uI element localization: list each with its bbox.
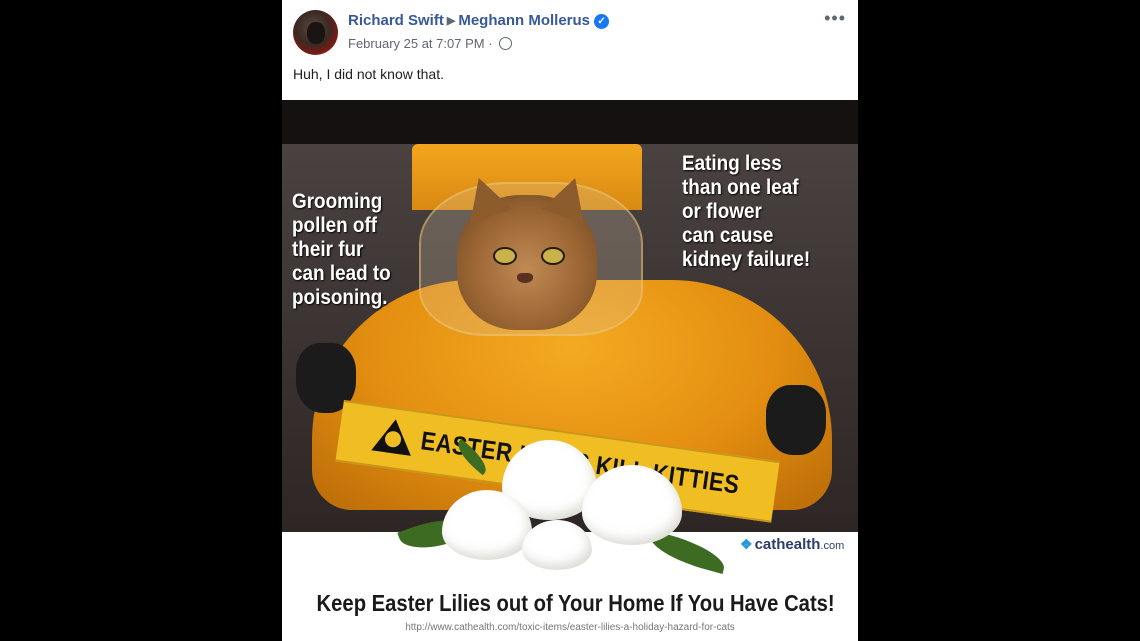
- post-header: Richard Swift ▶ Meghann Mollerus ✓ February…: [282, 0, 858, 100]
- post-meta: February 25 at 7:07 PM ·: [348, 36, 513, 51]
- brand-suffix: .com: [820, 540, 845, 552]
- target-name-link[interactable]: Meghann Mollerus: [458, 12, 590, 29]
- facebook-post-card: Richard Swift ▶ Meghann Mollerus ✓ February…: [282, 0, 858, 641]
- cathealth-logo: ❖ cathealth.com: [740, 536, 844, 553]
- biohazard-icon: [371, 416, 416, 456]
- more-options-button[interactable]: •••: [824, 8, 846, 29]
- meta-separator: ·: [488, 36, 493, 51]
- left-caption: Grooming pollen off their fur can lead t…: [292, 190, 391, 309]
- cat-left-eye: [493, 247, 517, 265]
- verified-badge-icon: ✓: [594, 14, 610, 29]
- image-top-band: [282, 100, 858, 144]
- post-image[interactable]: EASTER LILIES KILL KITTIES Grooming poll…: [282, 100, 858, 641]
- author-avatar[interactable]: [293, 10, 338, 55]
- post-text: Huh, I did not know that.: [293, 66, 444, 82]
- cat-right-eye: [541, 247, 565, 265]
- post-timestamp-link[interactable]: February 25 at 7:07 PM: [348, 36, 485, 51]
- right-caption: Eating less than one leaf or flower can …: [682, 152, 811, 271]
- brand-name: cathealth: [754, 536, 821, 553]
- image-source-url: http://www.cathealth.com/toxic-items/eas…: [405, 622, 735, 633]
- post-author-line: Richard Swift ▶ Meghann Mollerus ✓: [348, 12, 610, 30]
- shared-to-arrow-icon: ▶: [446, 15, 456, 27]
- right-glove-illustration: [766, 385, 826, 455]
- image-tagline: Keep Easter Lilies out of Your Home If Y…: [316, 590, 835, 616]
- cat-face-illustration: [457, 171, 597, 330]
- public-globe-icon[interactable]: [499, 37, 513, 51]
- cat-nose: [517, 273, 533, 283]
- paw-icon: ❖: [740, 536, 753, 552]
- author-name-link[interactable]: Richard Swift: [348, 12, 444, 29]
